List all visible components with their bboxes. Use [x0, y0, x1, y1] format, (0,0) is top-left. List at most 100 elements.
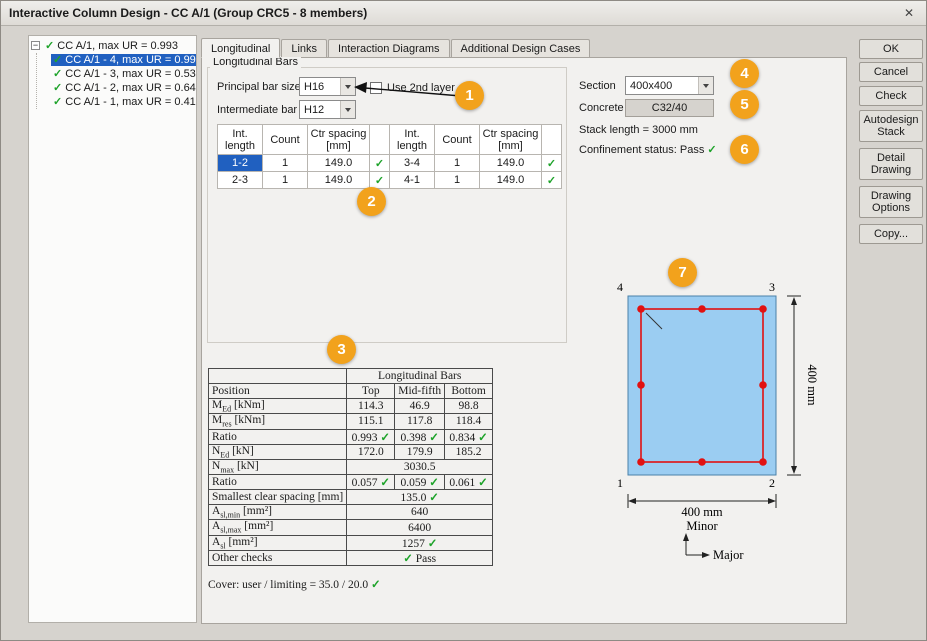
major-axis-label: Major — [713, 548, 744, 562]
table-row: Mres [kNm] 115.1 117.8 118.4 — [209, 414, 493, 429]
width-dim-label: 400 mm — [681, 505, 723, 519]
callout-6: 6 — [730, 135, 759, 164]
int-length-cell[interactable]: 4-1 — [390, 172, 435, 189]
pass-check-icon: ✓ — [542, 155, 562, 172]
section-label: Section — [579, 80, 616, 92]
header-status — [370, 125, 390, 155]
header-count: Count — [263, 125, 308, 155]
arrow-left-icon — [628, 498, 636, 504]
table-row: Ratio 0.993 ✓ 0.398 ✓ 0.834 ✓ — [209, 429, 493, 444]
principal-bar-size-value: H16 — [300, 81, 340, 93]
confinement-status-text: Confinement status: Pass ✓ — [579, 143, 717, 156]
copy-button[interactable]: Copy... — [859, 224, 923, 244]
window-title: Interactive Column Design - CC A/1 (Grou… — [9, 1, 367, 26]
tab-interaction-diagrams[interactable]: Interaction Diagrams — [328, 39, 450, 57]
minor-axis-label: Minor — [686, 519, 718, 533]
count-cell[interactable]: 1 — [263, 155, 308, 172]
count-cell[interactable]: 1 — [435, 172, 480, 189]
value-cell: 117.8 — [395, 414, 445, 429]
tab-links[interactable]: Links — [281, 39, 327, 57]
concrete-button[interactable]: C32/40 — [625, 99, 714, 117]
principal-bar-size-label: Principal bar size — [217, 81, 301, 93]
tree-item-stack-4[interactable]: ✓ CC A/1 - 4, max UR = 0.993 — [51, 53, 194, 67]
principal-bar-size-select[interactable]: H16 — [299, 77, 356, 96]
table-row: Asl [mm²] 1257 ✓ — [209, 535, 493, 550]
close-button[interactable]: ✕ — [898, 3, 920, 24]
value-cell: 0.057 ✓ — [347, 475, 395, 490]
pass-check-icon: ✓ — [53, 96, 62, 108]
ok-button[interactable]: OK — [859, 39, 923, 59]
int-length-cell[interactable]: 2-3 — [218, 172, 263, 189]
asl-min-label: Asl,min [mm²] — [209, 505, 347, 520]
autodesign-stack-button[interactable]: Autodesign Stack — [859, 110, 923, 142]
ned-label: NEd [kN] — [209, 444, 347, 459]
intermediate-bar-size-select[interactable]: H12 — [299, 100, 356, 119]
int-length-cell[interactable]: 1-2 — [218, 155, 263, 172]
pass-check-icon: ✓ — [53, 82, 62, 94]
ratio-label: Ratio — [209, 475, 347, 490]
ctr-spacing-cell[interactable]: 149.0 — [308, 172, 370, 189]
tree-item-stack-2[interactable]: ✓ CC A/1 - 2, max UR = 0.647 — [51, 81, 194, 95]
count-cell[interactable]: 1 — [263, 172, 308, 189]
value-cell: 172.0 — [347, 444, 395, 459]
tree-item-label: CC A/1 - 4, max UR = 0.993 — [65, 54, 197, 66]
ctr-spacing-cell[interactable]: 149.0 — [480, 172, 542, 189]
value-cell: 0.061 ✓ — [445, 475, 493, 490]
clear-spacing-label: Smallest clear spacing [mm] — [209, 490, 347, 505]
cancel-button[interactable]: Cancel — [859, 62, 923, 82]
table-row: Asl,max [mm²] 6400 — [209, 520, 493, 535]
arrow-down-icon — [791, 466, 797, 474]
table-row: Other checks ✓ Pass — [209, 551, 493, 566]
section-select[interactable]: 400x400 — [625, 76, 714, 95]
tree-root[interactable]: −✓ CC A/1, max UR = 0.993 — [31, 39, 194, 53]
tree-collapse-icon[interactable]: − — [31, 41, 40, 50]
value-cell: 6400 — [347, 520, 493, 535]
detail-drawing-button[interactable]: Detail Drawing — [859, 148, 923, 180]
pass-check-icon: ✓ — [707, 144, 716, 156]
bar-spacing-table: Int. length Count Ctr spacing [mm] Int. … — [217, 124, 562, 189]
title-bar[interactable]: Interactive Column Design - CC A/1 (Grou… — [1, 1, 926, 26]
table-row: 1-2 1 149.0 ✓ 3-4 1 149.0 ✓ — [218, 155, 562, 172]
count-cell[interactable]: 1 — [435, 155, 480, 172]
value-cell: 118.4 — [445, 414, 493, 429]
callout-7: 7 — [668, 258, 697, 287]
header-int-length: Int. length — [390, 125, 435, 155]
value-cell: 0.834 ✓ — [445, 429, 493, 444]
ctr-spacing-cell[interactable]: 149.0 — [480, 155, 542, 172]
tree-children: ✓ CC A/1 - 4, max UR = 0.993 ✓ CC A/1 - … — [36, 53, 194, 109]
other-checks-label: Other checks — [209, 551, 347, 566]
pass-check-icon: ✓ — [45, 40, 54, 52]
callout-4: 4 — [730, 59, 759, 88]
height-dim-label: 400 mm — [805, 364, 819, 406]
value-cell: 0.059 ✓ — [395, 475, 445, 490]
value-cell: 640 — [347, 505, 493, 520]
tree-item-stack-1[interactable]: ✓ CC A/1 - 1, max UR = 0.417 — [51, 95, 194, 109]
asl-label: Asl [mm²] — [209, 535, 347, 550]
value-cell: ✓ Pass — [347, 551, 493, 566]
height-dimension — [787, 296, 801, 475]
corner-2-label: 2 — [769, 476, 775, 490]
value-cell: 1257 ✓ — [347, 535, 493, 550]
asl-max-label: Asl,max [mm²] — [209, 520, 347, 535]
value-cell: 0.993 ✓ — [347, 429, 395, 444]
chevron-down-icon[interactable] — [698, 77, 713, 94]
value-cell: 115.1 — [347, 414, 395, 429]
pass-check-icon: ✓ — [371, 579, 381, 591]
tab-additional-design-cases[interactable]: Additional Design Cases — [451, 39, 591, 57]
int-length-cell[interactable]: 3-4 — [390, 155, 435, 172]
check-button[interactable]: Check — [859, 86, 923, 106]
header-status — [542, 125, 562, 155]
table-row: Asl,min [mm²] 640 — [209, 505, 493, 520]
drawing-options-button[interactable]: Drawing Options — [859, 186, 923, 218]
callout-5: 5 — [730, 90, 759, 119]
section-value: 400x400 — [626, 80, 698, 92]
pass-check-icon: ✓ — [370, 172, 390, 189]
tab-strip: Longitudinal Links Interaction Diagrams … — [201, 38, 591, 57]
column-section-diagram: 4 3 1 2 400 mm 400 mm Minor Major — [586, 259, 846, 579]
value-cell: 135.0 ✓ — [347, 490, 493, 505]
tree-item-stack-3[interactable]: ✓ CC A/1 - 3, max UR = 0.535 — [51, 67, 194, 81]
ctr-spacing-cell[interactable]: 149.0 — [308, 155, 370, 172]
value-cell: 3030.5 — [347, 459, 493, 474]
callout-1-arrow — [351, 77, 463, 107]
tab-longitudinal[interactable]: Longitudinal — [201, 38, 280, 58]
